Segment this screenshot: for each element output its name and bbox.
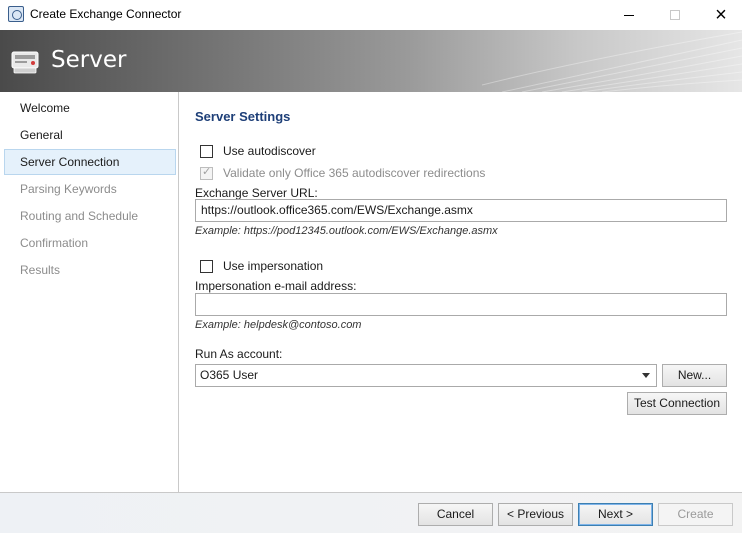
wizard-footer: Cancel < Previous Next > Create xyxy=(0,492,742,533)
impersonation-email-input[interactable] xyxy=(195,293,727,316)
impersonation-checkbox[interactable] xyxy=(200,259,213,273)
previous-button[interactable]: < Previous xyxy=(498,503,573,526)
impersonation-email-example: Example: helpdesk@contoso.com xyxy=(195,319,362,331)
minimize-icon xyxy=(624,14,634,16)
autodiscover-row[interactable]: Use autodiscover xyxy=(200,144,316,158)
server-url-example: Example: https://pod12345.outlook.com/EW… xyxy=(195,225,498,237)
nav-item-server-connection[interactable]: Server Connection xyxy=(4,149,176,175)
close-icon: × xyxy=(715,4,727,26)
wizard-step-list: Welcome General Server Connection Parsin… xyxy=(0,92,179,492)
nav-item-general[interactable]: General xyxy=(4,122,176,148)
next-button[interactable]: Next > xyxy=(578,503,653,526)
server-settings-panel: Server Settings Use autodiscover Validat… xyxy=(180,92,742,492)
test-connection-button[interactable]: Test Connection xyxy=(627,392,727,415)
create-button: Create xyxy=(658,503,733,526)
nav-item-routing-and-schedule: Routing and Schedule xyxy=(20,209,139,223)
banner-title: Server xyxy=(51,47,127,73)
validate-o365-checkbox xyxy=(200,165,213,180)
connector-app-icon xyxy=(8,6,24,22)
server-url-label: Exchange Server URL: xyxy=(195,186,318,200)
cancel-button[interactable]: Cancel xyxy=(418,503,493,526)
run-as-selected-value: O365 User xyxy=(200,368,259,382)
run-as-label: Run As account: xyxy=(195,347,283,361)
run-as-account-select[interactable]: O365 User xyxy=(195,364,657,387)
maximize-button[interactable] xyxy=(652,0,698,30)
validate-o365-row: Validate only Office 365 autodiscover re… xyxy=(200,165,486,180)
autodiscover-checkbox[interactable] xyxy=(200,144,213,158)
banner-decoration xyxy=(482,31,742,92)
server-url-input[interactable]: https://outlook.office365.com/EWS/Exchan… xyxy=(195,199,727,222)
close-button[interactable]: × xyxy=(698,0,742,30)
impersonation-label: Use impersonation xyxy=(223,259,324,273)
impersonation-email-label: Impersonation e-mail address: xyxy=(195,279,357,293)
new-account-button[interactable]: New... xyxy=(662,364,727,387)
validate-o365-label: Validate only Office 365 autodiscover re… xyxy=(223,166,486,180)
section-title: Server Settings xyxy=(195,109,291,124)
maximize-icon xyxy=(670,10,680,20)
impersonation-row[interactable]: Use impersonation xyxy=(200,259,323,273)
nav-item-confirmation: Confirmation xyxy=(20,236,89,250)
server-icon xyxy=(11,51,39,74)
nav-item-welcome[interactable]: Welcome xyxy=(4,95,176,121)
dropdown-arrow-icon xyxy=(642,373,650,378)
minimize-button[interactable] xyxy=(606,0,652,30)
autodiscover-label: Use autodiscover xyxy=(223,144,316,158)
title-bar: Create Exchange Connector × xyxy=(0,0,742,30)
header-banner: Server xyxy=(0,30,742,92)
window-title: Create Exchange Connector xyxy=(30,7,182,21)
nav-item-parsing-keywords: Parsing Keywords xyxy=(20,182,117,196)
nav-item-results: Results xyxy=(20,263,61,277)
